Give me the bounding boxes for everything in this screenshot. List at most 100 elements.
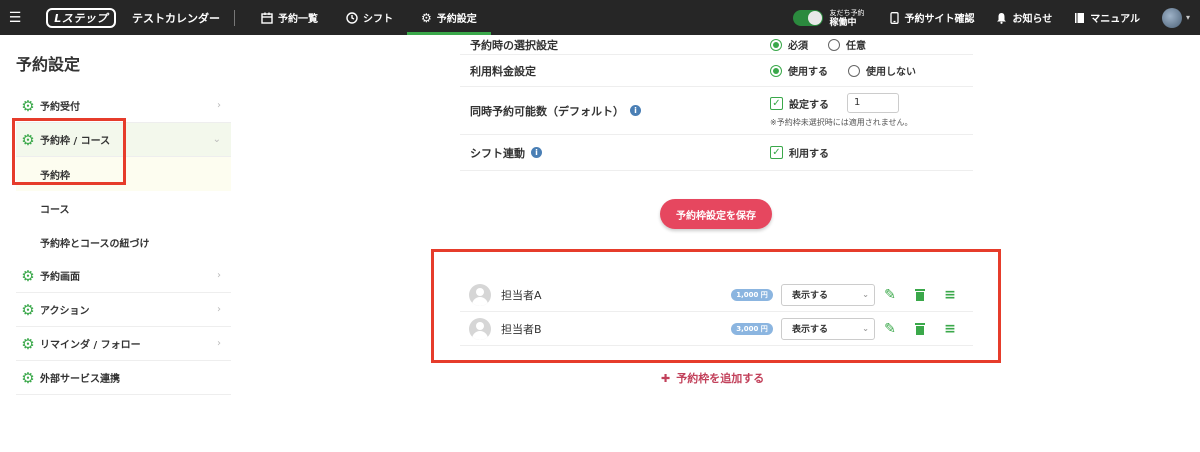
nav-reservation-list[interactable]: 予約一覧 (247, 0, 332, 35)
radio-optional[interactable] (828, 38, 840, 51)
radio-label: 使用しない (866, 67, 916, 78)
gear-icon: ⚙ (421, 10, 432, 25)
select-value: 表示する (792, 291, 829, 301)
avatar (469, 283, 491, 306)
sidebar-item-label: 外部サービス連携 (40, 374, 120, 385)
chevron-right-icon: › (217, 270, 221, 281)
menu-icon[interactable]: ☰ (0, 0, 30, 35)
chevron-right-icon: › (217, 304, 221, 315)
tool-label: お知らせ (1012, 14, 1053, 25)
table-row: 担当者A 1,000 円 表示する ⌄ ✎ ≡ (460, 278, 973, 312)
shift-link-row: シフト連動 i ✓ 利用する (460, 135, 973, 171)
radio-label: 使用する (788, 67, 828, 78)
radio-use[interactable] (770, 64, 782, 77)
manual-link[interactable]: マニュアル (1074, 10, 1140, 25)
sidebar-item-label: 予約受付 (40, 102, 80, 113)
setting-label: 同時予約可能数（デフォルト） i (460, 103, 770, 119)
sidebar-item-label: 予約画面 (40, 272, 80, 283)
sidebar-highlight-box (12, 118, 126, 185)
tool-label: マニュアル (1090, 14, 1140, 25)
reservation-site-link[interactable]: 予約サイト確認 (890, 10, 974, 25)
chevron-down-icon: ⌄ (212, 134, 221, 145)
logo[interactable]: Lステップ (46, 7, 116, 28)
reservation-toggle[interactable] (793, 9, 824, 26)
toggle-status-text: 稼働中 (829, 17, 857, 28)
setting-options: 必須 任意 (770, 37, 866, 52)
right-tools: 友だち予約 稼働中 予約サイト確認 お知らせ マニュアル ▾ (793, 0, 1200, 35)
sidebar-subitem-slot-course-link[interactable]: 予約枠とコースの紐づけ (16, 225, 231, 259)
gear-icon: ⚙ (21, 368, 35, 387)
sidebar-item-reservation-screen[interactable]: ⚙ 予約画面 › (16, 259, 231, 293)
top-bar: ☰ Lステップ テストカレンダー 予約一覧 シフト ⚙ 予約設定 友だち予約 稼… (0, 0, 1200, 35)
radio-not-use[interactable] (848, 64, 860, 77)
concurrent-label: 同時予約可能数（デフォルト） (470, 104, 624, 118)
drag-handle-icon[interactable]: ≡ (935, 287, 965, 303)
nav-label: 予約設定 (436, 14, 477, 25)
toggle-knob (808, 10, 823, 25)
avatar (469, 317, 491, 340)
nav-reservation-settings[interactable]: ⚙ 予約設定 (407, 0, 491, 35)
trash-icon[interactable] (905, 288, 935, 302)
divider (234, 9, 235, 26)
staff-name: 担当者A (501, 288, 542, 302)
shift-link-label: シフト連動 (470, 146, 525, 160)
chevron-down-icon: ⌄ (862, 290, 869, 299)
toggle-caption: 友だち予約 (829, 8, 865, 17)
gear-icon: ⚙ (21, 96, 35, 115)
chevron-right-icon: › (217, 100, 221, 111)
bell-icon (997, 12, 1007, 24)
table-row: 担当者B 3,000 円 表示する ⌄ ✎ ≡ (460, 312, 973, 346)
calendar-name[interactable]: テストカレンダー (132, 10, 220, 26)
select-setting-row: 予約時の選択設定 必須 任意 (460, 35, 973, 55)
setting-label: 予約時の選択設定 (470, 38, 558, 52)
sidebar-item-label: リマインダ / フォロー (40, 340, 141, 351)
concurrent-control: ✓ 設定する 1 (770, 93, 912, 113)
chevron-down-icon: ⌄ (862, 324, 869, 333)
concurrent-input[interactable]: 1 (847, 93, 899, 113)
sidebar-subitem-courses[interactable]: コース (16, 191, 231, 225)
select-value: 表示する (792, 325, 829, 335)
sidebar-title: 予約設定 (16, 55, 81, 74)
fee-setting-row: 利用料金設定 使用する 使用しない (460, 55, 973, 87)
info-icon[interactable]: i (531, 147, 542, 158)
staff-name: 担当者B (501, 322, 542, 336)
checkbox-use[interactable]: ✓ (770, 146, 783, 159)
sidebar-item-reminder[interactable]: ⚙ リマインダ / フォロー › (16, 327, 231, 361)
trash-icon[interactable] (905, 322, 935, 336)
radio-label: 必須 (788, 41, 808, 52)
drag-handle-icon[interactable]: ≡ (935, 321, 965, 337)
radio-label: 任意 (846, 41, 866, 52)
info-icon[interactable]: i (630, 105, 641, 116)
tool-label: 予約サイト確認 (904, 14, 975, 25)
display-select[interactable]: 表示する ⌄ (781, 317, 875, 340)
gear-icon: ⚙ (21, 300, 35, 319)
sidebar: 予約設定 ⚙ 予約受付 › ⚙ 予約枠 / コース ⌄ 予約枠 コース 予約枠と… (16, 35, 231, 395)
add-slot-link[interactable]: ✚ 予約枠を追加する (661, 370, 764, 386)
gear-icon: ⚙ (21, 334, 35, 353)
nav-label: シフト (363, 14, 393, 25)
nav-label: 予約一覧 (278, 14, 318, 25)
sidebar-item-external[interactable]: ⚙ 外部サービス連携 (16, 361, 231, 395)
sidebar-item-action[interactable]: ⚙ アクション › (16, 293, 231, 327)
concurrent-note: ※予約枠未選択時には適用されません。 (770, 118, 913, 127)
book-icon (1075, 12, 1085, 23)
save-button[interactable]: 予約枠設定を保存 (660, 199, 772, 229)
user-avatar[interactable] (1161, 7, 1182, 28)
sidebar-item-label: アクション (40, 306, 90, 317)
clock-icon (346, 11, 358, 24)
settings-panel: 予約時の選択設定 必須 任意 利用料金設定 使用する 使用しない 同時予約可能数… (460, 35, 973, 171)
nav-shift[interactable]: シフト (332, 0, 407, 35)
concurrent-row: 同時予約可能数（デフォルト） i ✓ 設定する 1 ※予約枠未選択時には適用され… (460, 87, 973, 135)
setting-label: シフト連動 i (460, 145, 770, 161)
edit-icon[interactable]: ✎ (875, 321, 905, 337)
checkbox-set[interactable]: ✓ (770, 96, 783, 110)
checkbox-label: 利用する (789, 149, 829, 160)
display-select[interactable]: 表示する ⌄ (781, 283, 875, 306)
shift-link-control: ✓ 利用する (770, 145, 829, 160)
concurrent-values: ✓ 設定する 1 ※予約枠未選択時には適用されません。 (770, 93, 912, 128)
edit-icon[interactable]: ✎ (875, 287, 905, 303)
radio-required[interactable] (770, 38, 782, 51)
chevron-down-icon[interactable]: ▾ (1186, 13, 1190, 22)
checkbox-label: 設定する (789, 99, 829, 111)
notifications-link[interactable]: お知らせ (996, 10, 1052, 25)
